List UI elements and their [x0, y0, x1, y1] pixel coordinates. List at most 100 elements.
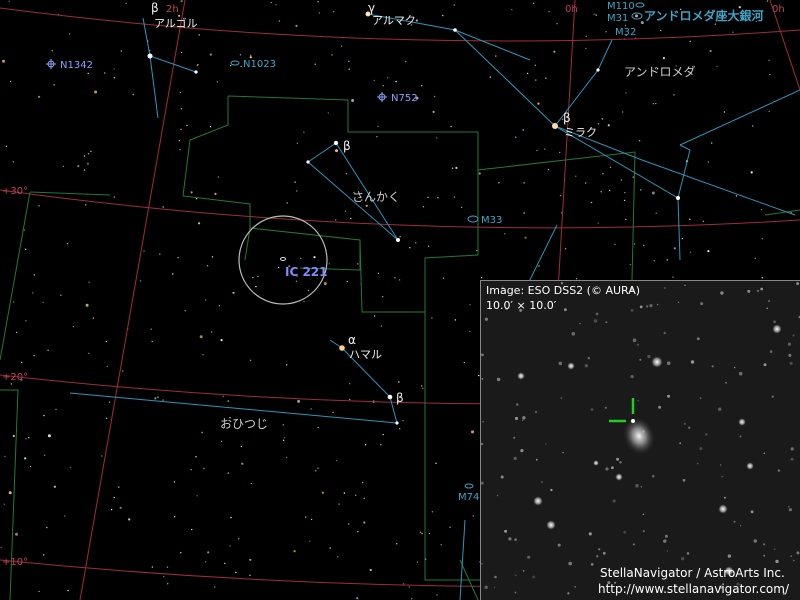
field-star — [472, 515, 474, 517]
field-star — [364, 444, 367, 446]
target-galaxy-marker[interactable] — [280, 257, 286, 261]
field-star — [191, 528, 193, 531]
field-star — [63, 515, 66, 517]
field-star — [174, 516, 176, 518]
field-star — [157, 396, 159, 398]
field-star — [575, 175, 577, 177]
field-star — [216, 81, 219, 83]
field-star — [553, 50, 556, 53]
field-star — [173, 481, 176, 483]
field-star — [653, 260, 655, 262]
inset-star — [588, 532, 592, 536]
field-star — [593, 13, 595, 15]
ra-2h-label: 2h — [166, 4, 179, 15]
field-star — [139, 280, 142, 282]
inset-star — [605, 467, 609, 471]
field-star — [363, 521, 366, 524]
inset-star — [711, 365, 714, 368]
inset-star — [596, 555, 599, 558]
inset-star — [481, 442, 484, 446]
field-star — [681, 237, 683, 240]
inset-star — [663, 539, 667, 543]
inset-star — [767, 299, 771, 303]
inset-star — [766, 307, 768, 310]
field-star — [716, 65, 718, 68]
field-star — [277, 266, 280, 269]
inset-star — [584, 364, 588, 368]
inset-star — [604, 406, 607, 409]
field-star — [92, 317, 95, 319]
field-star — [196, 495, 198, 497]
inset-star — [532, 575, 535, 579]
field-star — [211, 256, 214, 258]
n1023-label: N1023 — [243, 59, 276, 70]
field-star — [2, 59, 5, 63]
field-star — [303, 131, 305, 133]
field-star — [476, 249, 478, 252]
field-star — [180, 51, 183, 54]
field-star — [399, 428, 401, 430]
star-mirach — [552, 123, 558, 129]
ra-0h-label: 0h — [565, 4, 578, 15]
field-star — [252, 277, 254, 279]
dss-image-inset[interactable]: Image: ESO DSS2 (© AURA) 10.0′ × 10.0′ — [480, 280, 800, 600]
field-star — [113, 68, 115, 70]
field-star — [85, 303, 89, 307]
field-star — [120, 50, 123, 52]
m33-marker — [467, 215, 479, 223]
field-star — [752, 125, 754, 127]
field-star — [463, 361, 465, 364]
field-star — [202, 354, 204, 356]
field-star — [602, 173, 604, 175]
field-star — [60, 294, 62, 296]
star-chart[interactable]: IC 221 β アルゴル γ アルマク β ミラク β α ハマル β アンド… — [0, 0, 800, 600]
field-star — [318, 12, 321, 14]
inset-star — [723, 496, 726, 499]
field-star — [159, 253, 161, 255]
website-credit[interactable]: http://www.stellanavigator.com/ — [598, 582, 789, 596]
field-star — [33, 354, 35, 357]
field-star — [545, 77, 547, 79]
field-star — [180, 0, 183, 3]
field-star — [450, 125, 452, 128]
inset-star — [508, 537, 512, 541]
star-beta-tri — [333, 140, 339, 146]
inset-star — [579, 322, 581, 325]
field-star — [249, 558, 252, 561]
field-star — [238, 538, 240, 540]
ic221-galaxy-image — [622, 416, 656, 456]
field-star — [585, 47, 587, 50]
field-star — [714, 23, 717, 25]
field-star — [4, 455, 6, 458]
field-star — [110, 508, 113, 511]
inset-star — [750, 510, 754, 514]
inset-star — [790, 457, 794, 461]
inset-star — [482, 420, 484, 423]
field-star — [382, 85, 384, 87]
field-star — [337, 556, 339, 558]
field-star — [94, 90, 98, 94]
field-star — [88, 352, 90, 355]
inset-star — [666, 361, 671, 365]
field-star — [394, 277, 396, 279]
field-star — [314, 63, 316, 65]
software-credit: StellaNavigator / AstroArts Inc. — [600, 566, 785, 580]
field-star — [436, 594, 438, 596]
field-star — [377, 272, 380, 274]
inset-star — [679, 442, 682, 445]
field-star — [420, 385, 423, 387]
field-star — [437, 197, 439, 199]
field-star — [229, 545, 231, 547]
field-star — [357, 531, 359, 533]
inset-star — [522, 416, 526, 420]
inset-star — [680, 556, 685, 561]
field-star — [270, 1, 272, 4]
field-star — [655, 212, 657, 214]
inset-star — [484, 585, 488, 589]
field-star — [25, 248, 27, 250]
inset-star — [632, 543, 635, 546]
field-star — [709, 49, 712, 53]
field-star — [151, 566, 154, 568]
field-star — [689, 251, 692, 253]
field-star — [106, 365, 109, 368]
